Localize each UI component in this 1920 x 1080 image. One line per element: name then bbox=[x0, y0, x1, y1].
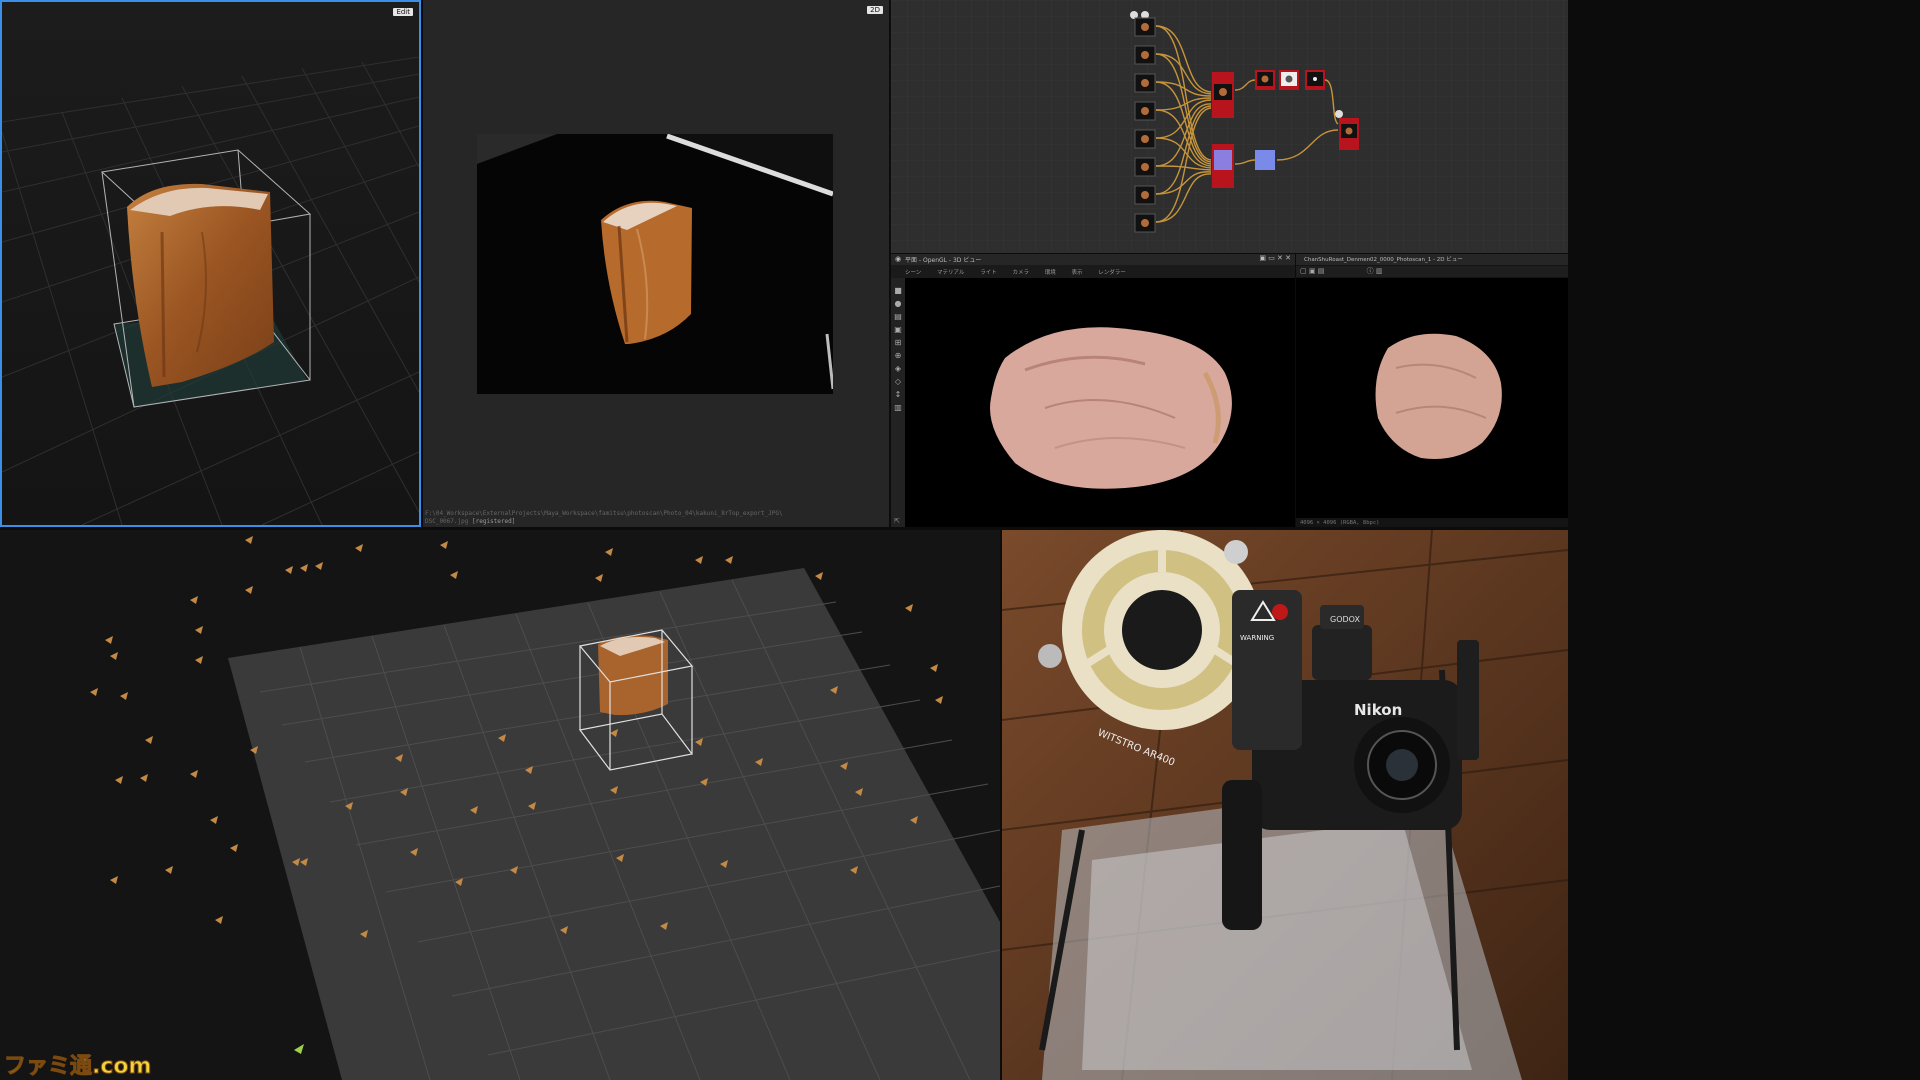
histogram-icon[interactable]: ▥ bbox=[1376, 267, 1383, 275]
node-graph-canvas bbox=[891, 0, 1568, 253]
wire-tool-icon[interactable]: ⊞ bbox=[891, 336, 905, 349]
camera-alignment-panel[interactable]: ファミ通.com bbox=[0, 530, 1000, 1080]
menu-item-material[interactable]: マテリアル bbox=[937, 270, 964, 276]
rig-photo-scene: Nikon GODOX WARNING WITSTRO AR400 bbox=[1002, 530, 1568, 1080]
export-icon[interactable]: ▤ bbox=[1318, 267, 1325, 275]
viewport-grid-scene bbox=[2, 2, 419, 525]
texture-preview bbox=[1296, 278, 1568, 518]
render-panel-title: 平面 - OpenGL - 3D ビュー bbox=[905, 257, 982, 264]
save-icon[interactable]: ▣ bbox=[1309, 267, 1316, 275]
menu-item-light[interactable]: ライト bbox=[980, 270, 997, 276]
viewport-3d-panel[interactable]: Edit bbox=[0, 0, 421, 527]
photo-filename: DSC_0067.jpg [registered] bbox=[425, 518, 515, 525]
render-panel-icon: ◉ bbox=[895, 255, 902, 263]
cube-tool-icon[interactable]: ◈ bbox=[891, 362, 905, 375]
photo-status-text: [registered] bbox=[471, 518, 516, 525]
render-side-toolbar[interactable]: ■ ● ▤ ▣ ⊞ ⊕ ◈ ◇ ↕ ▥ bbox=[891, 278, 905, 527]
camera-brand-text: Nikon bbox=[1354, 701, 1402, 719]
watermark-logo: ファミ通.com bbox=[3, 1054, 152, 1080]
move-tool-icon[interactable]: ↕ bbox=[891, 388, 905, 401]
image-2d-toolbar[interactable]: ▢ ▣ ▤ ⓘ ▥ bbox=[1296, 266, 1568, 277]
render-3d-panel: ◉ 平面 - OpenGL - 3D ビュー ▣ ▭ ✕ ✕ シーン マテリアル… bbox=[891, 254, 1295, 527]
source-photo bbox=[477, 134, 833, 394]
camera-rig-photo: Nikon GODOX WARNING WITSTRO AR400 bbox=[1002, 530, 1568, 1080]
flash-warning-text: WARNING bbox=[1240, 634, 1274, 642]
photo-viewer-panel: 2D F:\04_Workspace\ExternalProjects\Maya… bbox=[423, 0, 889, 527]
image-2d-title: ChanShuRoast_Denmen02_0000_Photoscan_1 -… bbox=[1304, 257, 1463, 263]
copy-icon[interactable]: ▢ bbox=[1300, 267, 1307, 275]
image-2d-panel: ChanShuRoast_Denmen02_0000_Photoscan_1 -… bbox=[1296, 254, 1568, 527]
node-graph-panel[interactable] bbox=[891, 0, 1568, 253]
image-2d-titlebar: ChanShuRoast_Denmen02_0000_Photoscan_1 -… bbox=[1296, 254, 1568, 265]
rendered-pork-slice bbox=[905, 278, 1295, 527]
env-tool-icon[interactable]: ▤ bbox=[891, 310, 905, 323]
camera-tool-icon[interactable]: ■ bbox=[891, 284, 905, 297]
trigger-brand-text: GODOX bbox=[1330, 615, 1360, 624]
menu-item-camera[interactable]: カメラ bbox=[1012, 270, 1029, 276]
info-icon[interactable]: ⓘ bbox=[1367, 267, 1374, 275]
display-tool-icon[interactable]: ▣ bbox=[891, 323, 905, 336]
render-panel-controls[interactable]: ▣ ▭ ✕ ✕ bbox=[1259, 254, 1291, 262]
render-corner-icon[interactable]: ⇱ bbox=[894, 517, 900, 525]
menu-item-display[interactable]: 表示 bbox=[1071, 270, 1082, 276]
chart-tool-icon[interactable]: ▥ bbox=[891, 401, 905, 414]
photo-filepath: F:\04_Workspace\ExternalProjects\Maya_Wo… bbox=[425, 510, 783, 517]
render-menu-bar[interactable]: シーン マテリアル ライト カメラ 環境 表示 レンダラー bbox=[905, 268, 1140, 276]
texture-status: 4096 × 4096 (RGBA, 8bpc) bbox=[1300, 520, 1380, 526]
render-titlebar: ◉ 平面 - OpenGL - 3D ビュー ▣ ▭ ✕ ✕ bbox=[891, 254, 1295, 265]
photo-filename-text: DSC_0067.jpg bbox=[425, 518, 469, 525]
axis-tool-icon[interactable]: ⊕ bbox=[891, 349, 905, 362]
menu-item-renderer[interactable]: レンダラー bbox=[1098, 270, 1126, 276]
menu-item-scene[interactable]: シーン bbox=[905, 270, 921, 276]
viewport-mode-badge[interactable]: Edit bbox=[393, 8, 413, 16]
alignment-scene bbox=[0, 530, 1000, 1080]
menu-item-environment[interactable]: 環境 bbox=[1045, 270, 1056, 276]
light-tool-icon[interactable]: ● bbox=[891, 297, 905, 310]
viewer-mode-badge[interactable]: 2D bbox=[867, 6, 883, 14]
gizmo-tool-icon[interactable]: ◇ bbox=[891, 375, 905, 388]
rig-grip bbox=[1222, 780, 1262, 930]
